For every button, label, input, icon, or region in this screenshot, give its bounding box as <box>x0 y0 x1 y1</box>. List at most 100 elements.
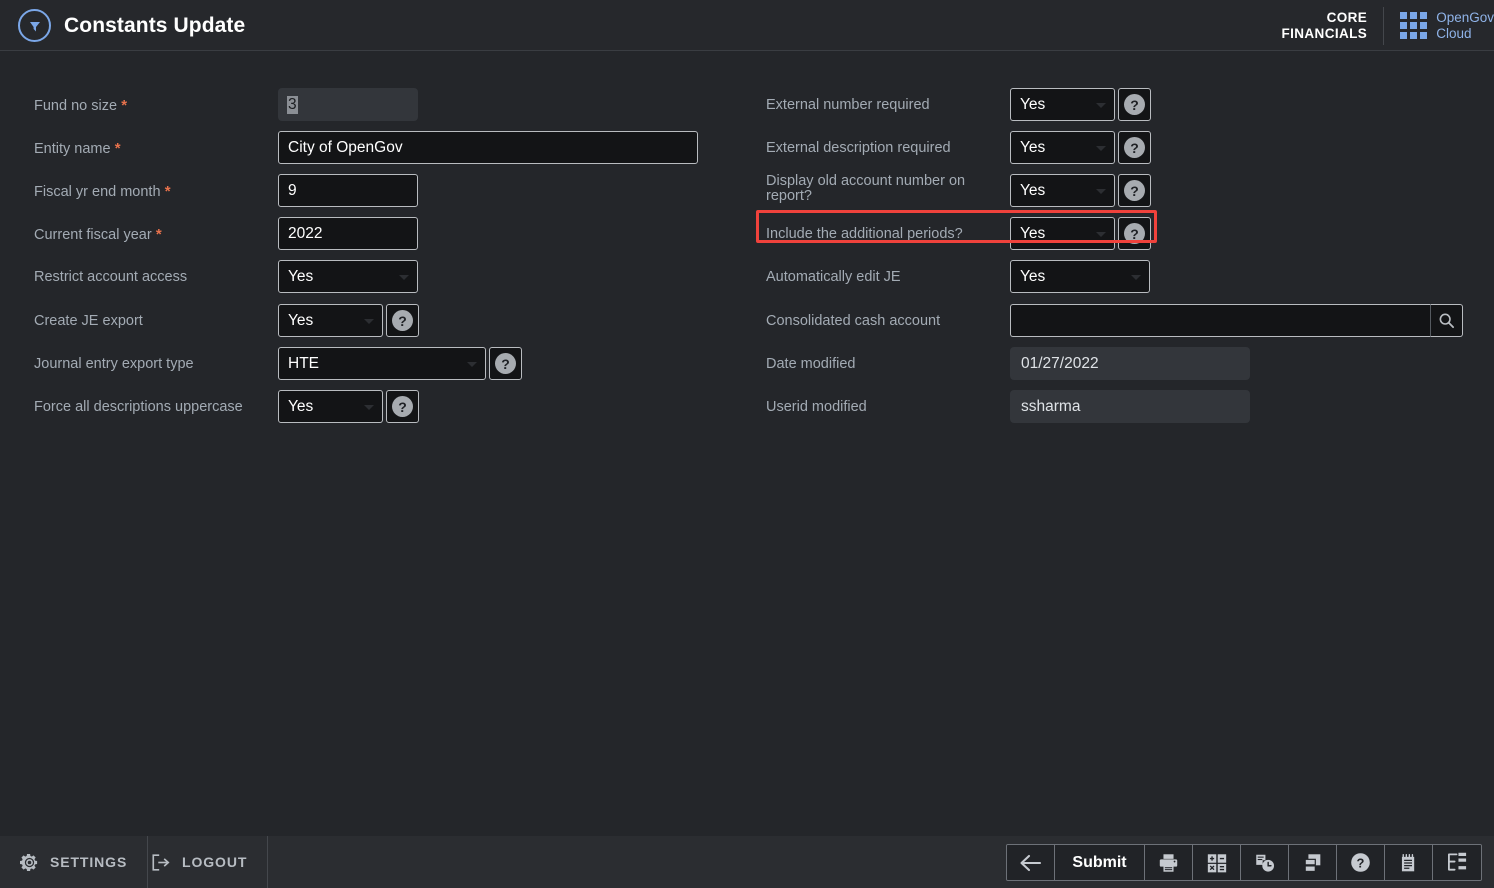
input-current-fiscal-year[interactable]: 2022 <box>278 217 418 250</box>
select-create-je-export[interactable]: Yes <box>278 304 383 337</box>
field-label-include-the-additional-periods: Include the additional periods? <box>766 226 963 242</box>
select-value: Yes <box>1020 95 1046 113</box>
header-right-group: CORE FINANCIALS OpenGov Cloud <box>1281 0 1494 51</box>
funnel-circle-icon <box>18 9 51 42</box>
question-mark-icon: ? <box>392 396 413 417</box>
field-help-button[interactable]: ? <box>1118 131 1151 164</box>
calculator-icon <box>1206 852 1228 874</box>
submit-button[interactable]: Submit <box>1055 845 1145 880</box>
help-button[interactable]: ? <box>1337 845 1385 880</box>
field-help-button[interactable]: ? <box>1118 88 1151 121</box>
printer-icon <box>1157 852 1180 874</box>
brand-line-1: CORE <box>1326 9 1368 25</box>
question-mark-icon: ? <box>495 353 516 374</box>
select-external-description-required[interactable]: Yes <box>1010 131 1115 164</box>
hierarchy-icon <box>1446 852 1469 873</box>
field-label-create-je-export: Create JE export <box>34 313 143 329</box>
submit-label: Submit <box>1072 853 1127 871</box>
field-help-button[interactable]: ? <box>1118 217 1151 250</box>
chevron-down-icon <box>467 361 477 367</box>
readonly-userid-modified: ssharma <box>1010 390 1250 423</box>
field-help-button[interactable]: ? <box>1118 174 1151 207</box>
logout-button[interactable]: LOGOUT <box>131 836 269 888</box>
cloud-line-2: Cloud <box>1436 25 1472 41</box>
field-control-journal-entry-export-type: HTE? <box>278 347 522 380</box>
chevron-down-icon <box>1096 231 1106 237</box>
page-title: Constants Update <box>64 13 246 37</box>
question-mark-icon: ? <box>1124 180 1145 201</box>
field-label-fund-no-size: Fund no size * <box>34 97 128 114</box>
input-fiscal-yr-end-month[interactable]: 9 <box>278 174 418 207</box>
action-toolbar: Submit? <box>1006 844 1482 881</box>
select-include-the-additional-periods[interactable]: Yes <box>1010 217 1115 250</box>
calculator-button[interactable] <box>1193 845 1241 880</box>
field-label-force-all-descriptions-uppercase: Force all descriptions uppercase <box>34 399 243 415</box>
required-asterisk: * <box>151 226 162 243</box>
chevron-down-icon <box>364 404 374 410</box>
select-journal-entry-export-type[interactable]: HTE <box>278 347 486 380</box>
select-automatically-edit-je[interactable]: Yes <box>1010 260 1150 293</box>
required-asterisk: * <box>117 97 128 114</box>
field-label-external-number-required: External number required <box>766 97 930 113</box>
logout-icon <box>151 853 171 872</box>
question-mark-icon: ? <box>392 310 413 331</box>
field-control-display-old-account-number-on-report: Yes? <box>1010 174 1151 207</box>
brand-line-2: FINANCIALS <box>1281 25 1368 41</box>
notepad-icon <box>1398 852 1419 874</box>
select-value: Yes <box>1020 267 1046 285</box>
opengov-cloud-label: OpenGov Cloud <box>1436 10 1494 42</box>
field-help-button[interactable]: ? <box>489 347 522 380</box>
history-button[interactable] <box>1241 845 1289 880</box>
notes-button[interactable] <box>1385 845 1433 880</box>
field-control-create-je-export: Yes? <box>278 304 419 337</box>
select-restrict-account-access[interactable]: Yes <box>278 260 418 293</box>
input-fund-no-size[interactable]: 3 <box>278 88 418 121</box>
field-label-external-description-required: External description required <box>766 140 951 156</box>
opengov-cloud-launcher[interactable]: OpenGov Cloud <box>1384 10 1494 42</box>
chevron-down-icon <box>1096 145 1106 151</box>
print-button[interactable] <box>1145 845 1193 880</box>
field-label-date-modified: Date modified <box>766 356 856 372</box>
field-help-button[interactable]: ? <box>386 390 419 423</box>
duplicate-button[interactable] <box>1289 845 1337 880</box>
field-control-external-description-required: Yes? <box>1010 131 1151 164</box>
back-button[interactable] <box>1007 845 1055 880</box>
field-control-force-all-descriptions-uppercase: Yes? <box>278 390 419 423</box>
input-entity-name[interactable]: City of OpenGov <box>278 131 698 164</box>
field-label-consolidated-cash-account: Consolidated cash account <box>766 313 941 329</box>
field-label-restrict-account-access: Restrict account access <box>34 269 188 285</box>
field-control-restrict-account-access: Yes <box>278 260 418 293</box>
tree-button[interactable] <box>1433 845 1481 880</box>
field-help-button[interactable]: ? <box>386 304 419 337</box>
field-control-fiscal-yr-end-month: 9 <box>278 174 418 207</box>
select-force-all-descriptions-uppercase[interactable]: Yes <box>278 390 383 423</box>
field-label-journal-entry-export-type: Journal entry export type <box>34 356 194 372</box>
question-mark-icon: ? <box>1124 223 1145 244</box>
select-value: Yes <box>1020 138 1046 156</box>
required-asterisk: * <box>160 183 171 200</box>
chevron-down-icon <box>1096 102 1106 108</box>
field-label-current-fiscal-year: Current fiscal year * <box>34 226 162 243</box>
field-control-entity-name: City of OpenGov <box>278 131 698 164</box>
svg-text:?: ? <box>1357 855 1365 870</box>
select-display-old-account-number-on-report[interactable]: Yes <box>1010 174 1115 207</box>
input-consolidated-cash-account[interactable] <box>1010 304 1430 337</box>
field-control-consolidated-cash-account <box>1010 304 1463 337</box>
field-label-userid-modified: Userid modified <box>766 399 867 415</box>
field-control-automatically-edit-je: Yes <box>1010 260 1150 293</box>
gear-icon <box>20 853 39 872</box>
chevron-down-icon <box>1131 274 1141 280</box>
settings-button[interactable]: SETTINGS <box>0 836 149 888</box>
selected-text: 3 <box>287 95 298 114</box>
search-icon[interactable] <box>1430 304 1463 337</box>
app-grid-icon[interactable] <box>1400 12 1428 39</box>
select-external-number-required[interactable]: Yes <box>1010 88 1115 121</box>
app-header: Constants Update CORE FINANCIALS OpenGov… <box>0 0 1494 51</box>
app-footer: SETTINGS LOGOUT Submit? <box>0 836 1494 888</box>
field-label-entity-name: Entity name * <box>34 140 121 157</box>
required-asterisk: * <box>110 140 121 157</box>
left-arrow-icon <box>1018 852 1044 874</box>
clock-page-icon <box>1253 852 1276 874</box>
select-value: Yes <box>1020 181 1046 199</box>
select-value: Yes <box>288 267 314 285</box>
